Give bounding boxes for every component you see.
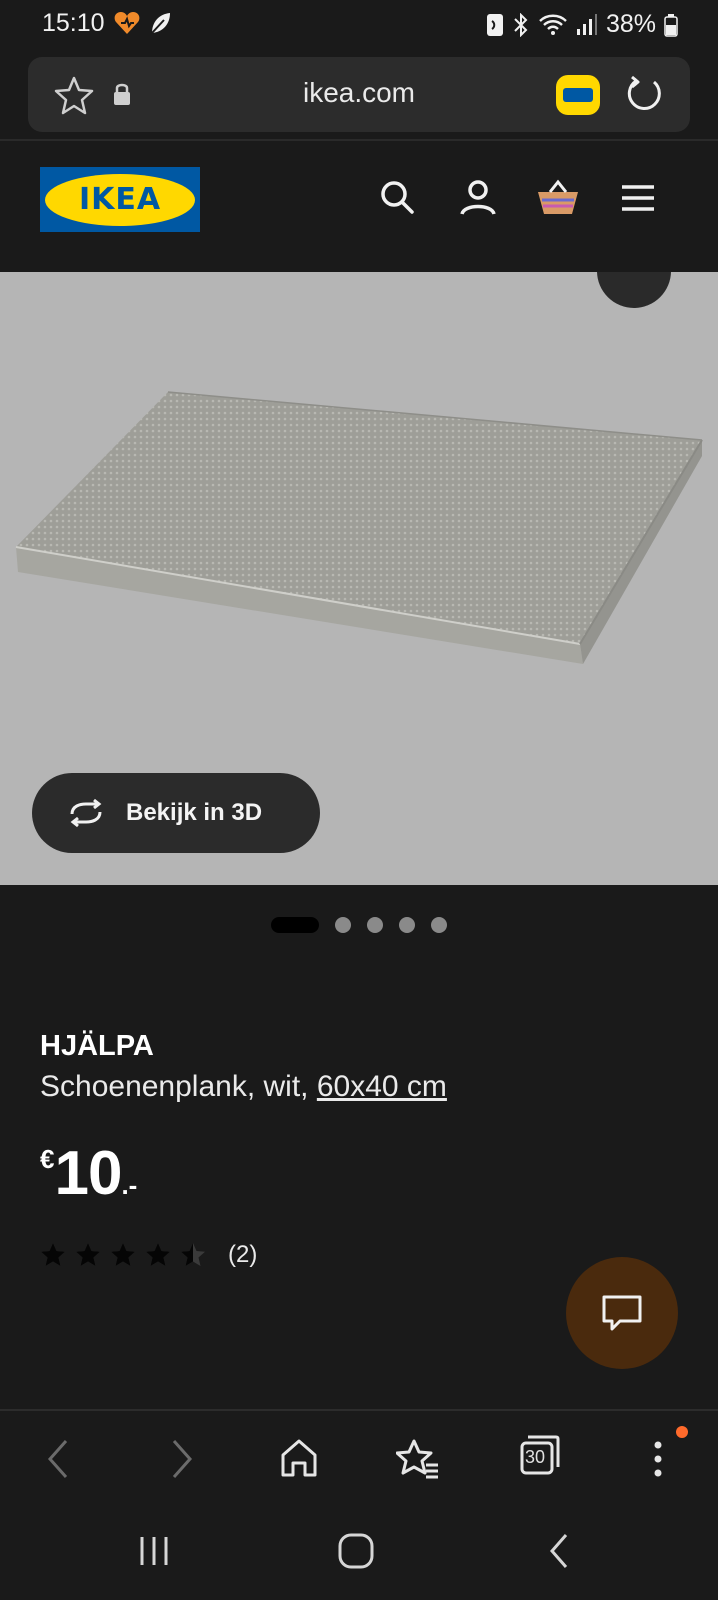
product-description-text: Schoenenplank, wit, <box>40 1070 317 1103</box>
search-icon[interactable] <box>376 176 420 220</box>
back-system-icon[interactable] <box>544 1531 574 1571</box>
view-3d-button[interactable]: Bekijk in 3D <box>32 773 320 853</box>
rating-star-icon <box>41 1243 65 1266</box>
home-icon[interactable] <box>278 1435 320 1483</box>
status-notification-icons <box>113 10 173 36</box>
price-currency: € <box>40 1144 55 1174</box>
product-rating[interactable]: (2) <box>40 1241 257 1269</box>
tabs-count: 30 <box>525 1447 546 1467</box>
product-size-link[interactable]: 60x40 cm <box>317 1070 447 1103</box>
nfc-icon <box>486 13 503 36</box>
rating-stars <box>40 1242 206 1268</box>
system-navigation <box>0 1511 718 1600</box>
battery-icon <box>664 13 678 37</box>
carousel-indicator <box>271 917 447 933</box>
leaf-app-icon <box>151 13 170 34</box>
home-system-icon[interactable] <box>336 1531 376 1571</box>
product-name: HJÄLPA <box>40 1030 154 1062</box>
logo-text: IKEA <box>78 182 162 217</box>
rating-star-icon <box>181 1243 205 1266</box>
carousel-dot-active[interactable] <box>271 917 319 933</box>
status-right-icons: 38% <box>486 10 678 39</box>
ikea-logo[interactable]: IKEA <box>40 167 200 232</box>
carousel-dot[interactable] <box>399 917 415 933</box>
reload-icon[interactable] <box>624 73 666 115</box>
account-icon[interactable] <box>456 176 500 220</box>
chat-button[interactable] <box>566 1257 678 1369</box>
product-image[interactable]: Bekijk in 3D <box>0 272 718 885</box>
status-bar: 15:10 38% <box>0 0 718 48</box>
rating-star-icon <box>76 1243 100 1266</box>
browser-toolbar: 30 <box>0 1411 718 1511</box>
bluetooth-icon <box>514 12 528 37</box>
rating-star-icon <box>146 1243 170 1266</box>
carousel-dot[interactable] <box>367 917 383 933</box>
url-bar[interactable]: ikea.com <box>28 57 690 132</box>
basket-icon[interactable] <box>536 176 580 220</box>
forward-icon[interactable] <box>164 1435 198 1483</box>
more-options-icon[interactable] <box>648 1435 668 1483</box>
back-icon[interactable] <box>42 1435 76 1483</box>
battery-percent: 38% <box>605 10 656 38</box>
recent-apps-icon[interactable] <box>136 1533 172 1569</box>
rating-star-icon <box>111 1243 135 1266</box>
rotate-3d-icon <box>70 798 102 828</box>
bookmarks-icon[interactable] <box>396 1435 440 1483</box>
view-3d-label: Bekijk in 3D <box>126 799 263 826</box>
carousel-dot[interactable] <box>335 917 351 933</box>
menu-icon[interactable] <box>616 176 660 220</box>
tabs-button[interactable]: 30 <box>518 1433 562 1477</box>
wifi-icon <box>539 14 567 35</box>
site-header: IKEA <box>0 141 718 272</box>
product-price: €10.- <box>40 1138 137 1209</box>
signal-icon <box>576 13 597 35</box>
ikea-app-badge-icon[interactable] <box>556 75 600 115</box>
carousel-dot[interactable] <box>431 917 447 933</box>
rating-count: (2) <box>228 1241 258 1268</box>
status-time: 15:10 <box>42 9 105 37</box>
product-description: Schoenenplank, wit, 60x40 cm <box>40 1070 447 1104</box>
chat-icon <box>602 1295 642 1331</box>
heart-app-icon <box>114 12 140 34</box>
price-integer: 10 <box>54 1139 122 1208</box>
notification-dot <box>676 1426 688 1438</box>
price-decimal: .- <box>121 1170 138 1200</box>
